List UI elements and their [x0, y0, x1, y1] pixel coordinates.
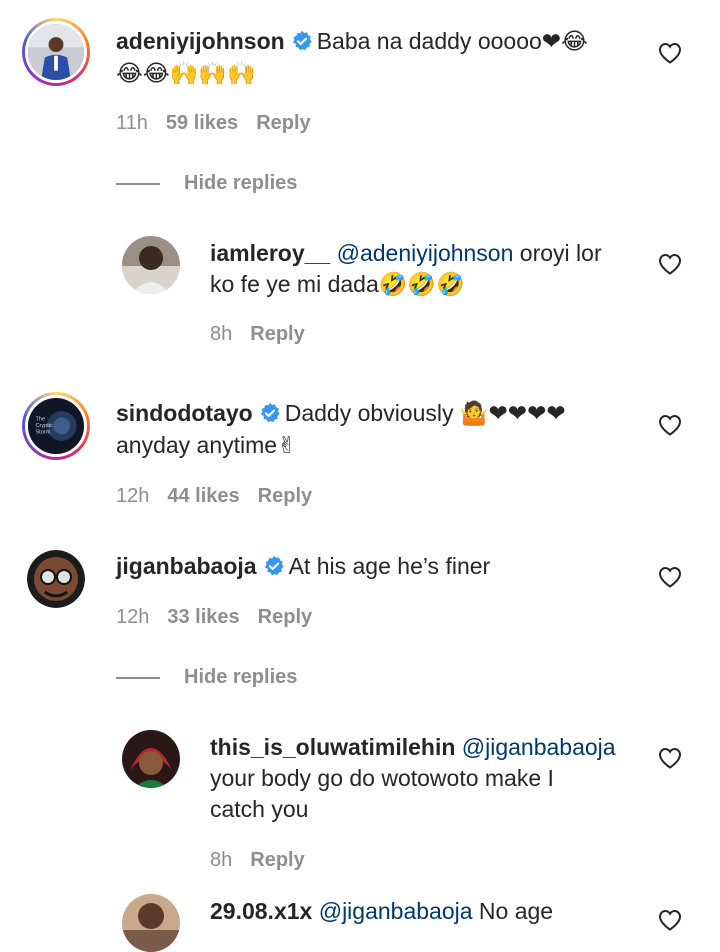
username[interactable]: iamleroy__: [210, 240, 330, 266]
verified-icon: [259, 402, 281, 424]
like-heart-icon[interactable]: [658, 909, 682, 931]
username[interactable]: jiganbabaoja: [116, 553, 257, 579]
username[interactable]: 29.08.x1x: [210, 898, 312, 924]
mention-link[interactable]: @jiganbabaoja: [462, 734, 616, 760]
reply-button[interactable]: Reply: [250, 323, 304, 345]
like-heart-icon[interactable]: [658, 42, 682, 64]
comment-meta: 11h 59 likes Reply: [116, 112, 329, 135]
username[interactable]: adeniyijohnson: [116, 28, 285, 54]
like-heart-icon[interactable]: [658, 566, 682, 588]
verified-icon: [291, 30, 313, 52]
emoji-text: ❤😂: [541, 29, 588, 55]
like-heart-icon[interactable]: [658, 414, 682, 436]
comment-text: sindodotayo Daddy obviously 🤷❤❤❤❤ anyday …: [116, 398, 566, 462]
comment-meta: 12h 33 likes Reply: [116, 606, 330, 629]
comment-body: catch you: [210, 796, 309, 822]
comment-body: your body go do wotowoto make I: [210, 765, 554, 791]
reply-button[interactable]: Reply: [256, 112, 310, 134]
avatar[interactable]: The Cryptic Storm: [22, 392, 90, 460]
timestamp: 8h: [210, 323, 233, 345]
divider: [116, 676, 160, 679]
likes-count[interactable]: 44 likes: [167, 485, 239, 507]
comment-text: adeniyijohnson Baba na daddy ooooo❤😂 😂😂🙌🙌…: [116, 26, 588, 90]
comment-meta: 8h Reply: [210, 849, 323, 872]
comment-meta: 12h 44 likes Reply: [116, 485, 330, 508]
comment-body: No age: [472, 898, 554, 924]
comment-text: iamleroy__ @adeniyijohnson oroyi lor ko …: [210, 238, 602, 301]
like-heart-icon[interactable]: [658, 747, 682, 769]
likes-count[interactable]: 33 likes: [167, 606, 239, 628]
hide-replies-button[interactable]: Hide replies: [116, 172, 297, 195]
avatar[interactable]: [122, 730, 180, 788]
username[interactable]: sindodotayo: [116, 400, 253, 426]
reply-button[interactable]: Reply: [258, 485, 312, 507]
avatar[interactable]: [122, 236, 180, 294]
likes-count[interactable]: 59 likes: [166, 112, 238, 134]
reply-button[interactable]: Reply: [258, 606, 312, 628]
comment-body: anyday anytime: [116, 432, 278, 458]
timestamp: 12h: [116, 606, 150, 628]
comment-text: this_is_oluwatimilehin @jiganbabaoja you…: [210, 732, 616, 825]
comment-body: At his age he’s finer: [288, 553, 491, 579]
avatar[interactable]: [122, 894, 180, 952]
emoji-text: 🤣🤣🤣: [378, 272, 465, 298]
hide-replies-label: Hide replies: [184, 172, 298, 194]
comment-text: jiganbabaoja At his age he’s finer: [116, 551, 490, 582]
like-heart-icon[interactable]: [658, 253, 682, 275]
timestamp: 8h: [210, 849, 233, 871]
timestamp: 11h: [116, 112, 148, 134]
emoji-text: 🤷❤❤❤❤: [459, 401, 566, 427]
avatar[interactable]: [22, 18, 90, 86]
avatar[interactable]: [27, 550, 85, 608]
comment-body: Baba na daddy ooooo: [316, 28, 542, 54]
svg-text:Storm: Storm: [35, 429, 50, 435]
hide-replies-label: Hide replies: [184, 666, 298, 688]
comment-text: 29.08.x1x @jiganbabaoja No age: [210, 896, 553, 927]
timestamp: 12h: [116, 485, 150, 507]
comment-body: oroyi lor: [513, 240, 602, 266]
comment-meta: 8h Reply: [210, 323, 323, 346]
username[interactable]: this_is_oluwatimilehin: [210, 734, 455, 760]
svg-text:Cryptic: Cryptic: [35, 423, 53, 429]
emoji-text: 😂😂🙌🙌🙌: [116, 61, 256, 87]
verified-icon: [263, 555, 285, 577]
reply-button[interactable]: Reply: [250, 849, 304, 871]
divider: [116, 182, 160, 185]
hide-replies-button[interactable]: Hide replies: [116, 666, 297, 689]
emoji-text: ✌: [277, 433, 297, 459]
svg-text:The: The: [35, 416, 45, 422]
comment-body: ko fe ye mi dada: [210, 271, 379, 297]
comment-body: Daddy obviously: [284, 400, 454, 426]
mention-link[interactable]: @jiganbabaoja: [319, 898, 473, 924]
mention-link[interactable]: @adeniyijohnson: [337, 240, 514, 266]
